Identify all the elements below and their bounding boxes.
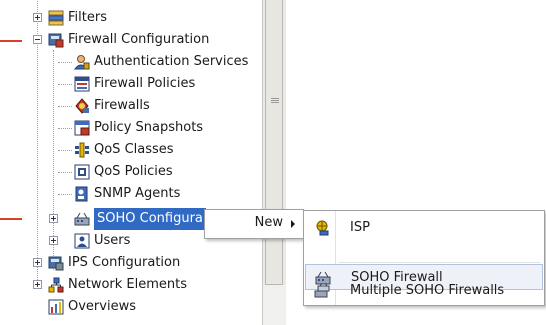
tree-item-label: Authentication Services xyxy=(94,54,249,69)
collapse-minus-icon[interactable] xyxy=(33,35,42,44)
snapshot-icon xyxy=(74,120,90,136)
expand-plus-icon[interactable] xyxy=(49,236,58,245)
tree-item-snmp-agents[interactable]: SNMP Agents xyxy=(22,183,262,205)
tree-scrollbar[interactable] xyxy=(262,0,287,325)
scrollbar-track[interactable] xyxy=(263,285,287,325)
tree-item-network-elements[interactable]: Network Elements xyxy=(22,274,262,296)
network-elements-icon xyxy=(48,277,64,293)
context-menu: New xyxy=(204,209,304,239)
submenu-item-isp[interactable]: ISP xyxy=(305,215,543,241)
policy-icon xyxy=(74,76,90,92)
tree-item-label: Policy Snapshots xyxy=(94,120,204,135)
tree-item-label: Firewalls xyxy=(94,98,150,113)
submenu-item-label: Multiple SOHO Firewalls xyxy=(350,283,505,298)
scrollbar-thumb[interactable] xyxy=(265,0,283,285)
tree-item-label: QoS Classes xyxy=(94,142,174,157)
firewall-icon xyxy=(75,98,89,114)
tree-item-label: SOHO Configura xyxy=(94,208,206,230)
submenu-arrow-icon xyxy=(291,220,295,228)
expand-plus-icon[interactable] xyxy=(33,13,42,22)
tree-item-label: Users xyxy=(94,233,131,248)
scrollbar-grip-icon xyxy=(271,97,279,105)
snmp-agent-icon xyxy=(75,186,88,202)
tree-item-firewall-configuration[interactable]: Firewall Configuration xyxy=(22,29,262,51)
tree-item-authentication-services[interactable]: Authentication Services xyxy=(22,51,262,73)
callout-marker-soho-config xyxy=(0,218,22,220)
tree-item-label: Firewall Configuration xyxy=(68,32,210,47)
tree-item-label: Firewall Policies xyxy=(94,76,196,91)
tree-item-firewall-policies[interactable]: Firewall Policies xyxy=(22,73,262,95)
tree-item-firewalls[interactable]: Firewalls xyxy=(22,95,262,117)
tree-item-label: IPS Configuration xyxy=(68,255,181,270)
tree-item-label: Overviews xyxy=(68,299,136,314)
tree-item-overviews[interactable]: Overviews xyxy=(22,296,262,318)
menu-item-label: New xyxy=(254,215,283,230)
users-icon xyxy=(74,233,90,249)
ips-config-icon xyxy=(48,256,64,271)
tree-item-policy-snapshots[interactable]: Policy Snapshots xyxy=(22,117,262,139)
callout-marker-firewall-config xyxy=(0,40,22,42)
menu-item-new[interactable]: New xyxy=(205,210,303,238)
tree-item-ips-configuration[interactable]: IPS Configuration xyxy=(22,252,262,274)
navigation-tree: Filters Firewall Configuration Authentic… xyxy=(22,0,262,325)
multiple-soho-firewalls-icon xyxy=(314,283,330,298)
soho-config-icon xyxy=(74,212,90,226)
submenu-item-multiple-soho-firewalls[interactable]: Multiple SOHO Firewalls xyxy=(305,278,543,304)
expand-plus-icon[interactable] xyxy=(33,280,42,289)
tree-item-label: SNMP Agents xyxy=(94,186,181,201)
expand-plus-icon[interactable] xyxy=(33,258,42,267)
tree-item-label: Filters xyxy=(68,10,107,25)
qos-policy-icon xyxy=(74,164,90,180)
new-submenu: ISP SOHO Firewall Multiple SOHO Firewall… xyxy=(303,210,545,306)
overviews-icon xyxy=(48,299,64,315)
tree-item-label: Network Elements xyxy=(68,277,188,292)
tree-item-qos-policies[interactable]: QoS Policies xyxy=(22,161,262,183)
tree-item-filters[interactable]: Filters xyxy=(22,7,262,29)
filter-icon xyxy=(48,10,64,26)
firewall-config-icon xyxy=(48,33,64,48)
menu-separator xyxy=(338,262,540,263)
auth-user-icon xyxy=(74,55,90,70)
qos-class-icon xyxy=(75,142,89,158)
isp-icon xyxy=(316,220,329,236)
tree-item-qos-classes[interactable]: QoS Classes xyxy=(22,139,262,161)
tree-item-label: QoS Policies xyxy=(94,164,173,179)
submenu-item-label: ISP xyxy=(350,220,370,235)
expand-plus-icon[interactable] xyxy=(49,214,58,223)
